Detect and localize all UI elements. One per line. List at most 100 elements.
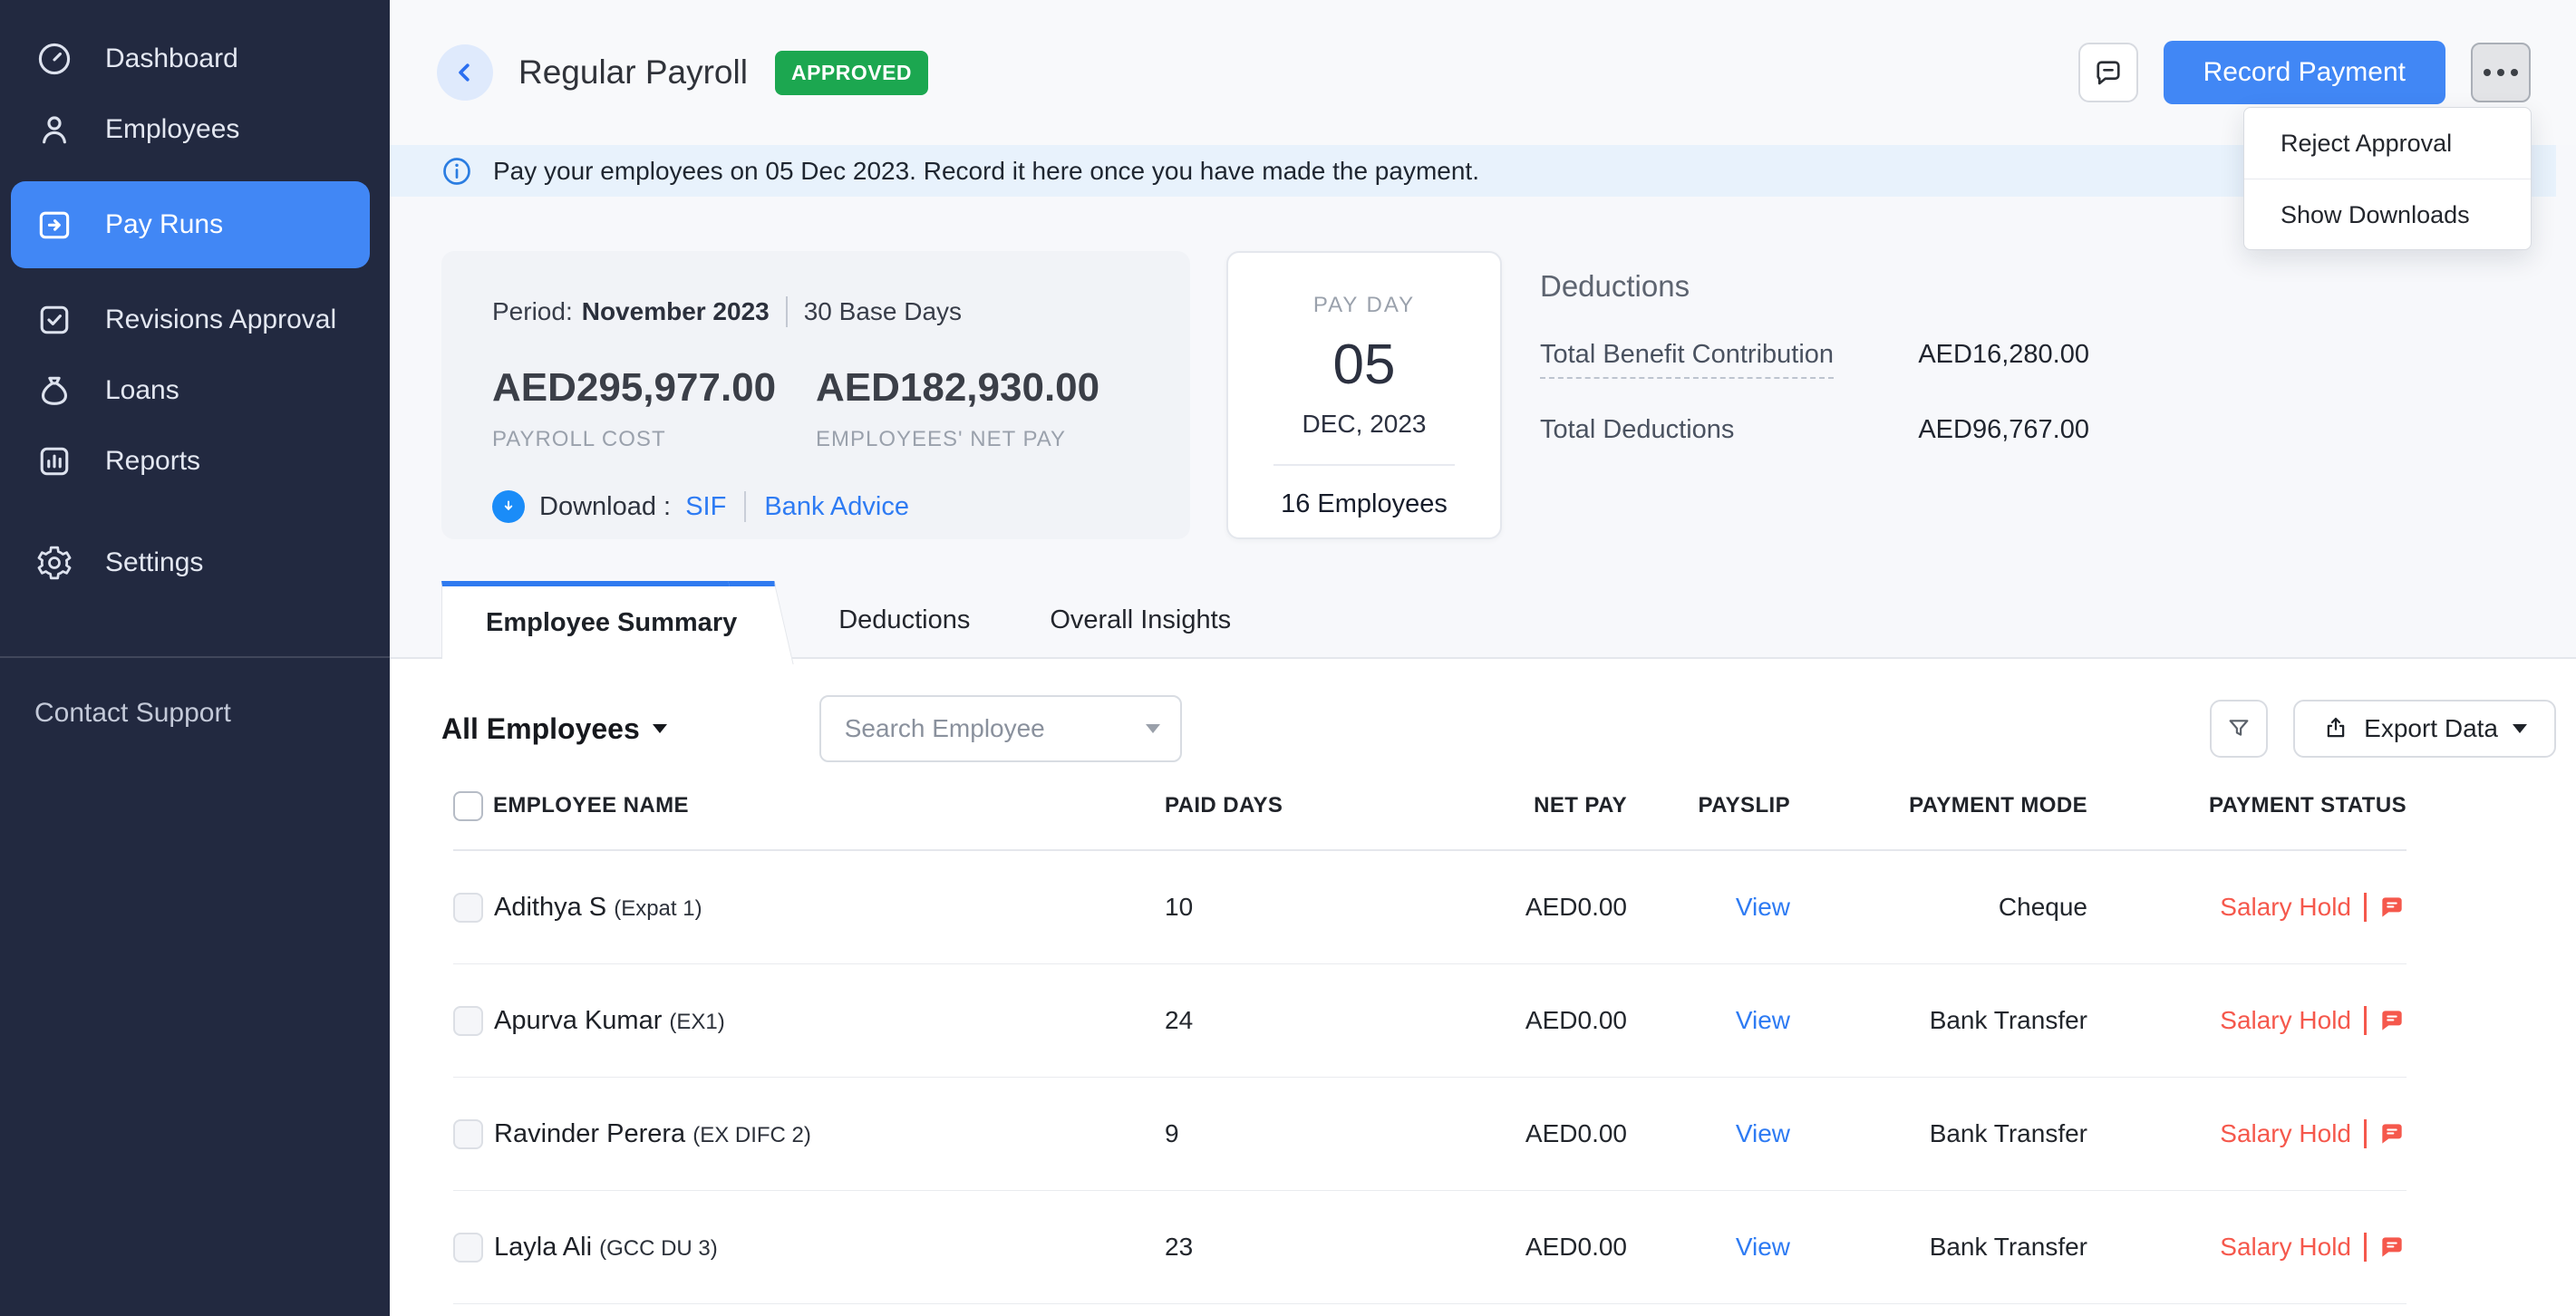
payday-label: PAY DAY	[1228, 293, 1500, 318]
paid-days: 23	[1165, 1233, 1391, 1262]
net-pay: AED0.00	[1391, 1006, 1627, 1035]
total-benefit-contribution-value: AED16,280.00	[1918, 340, 2089, 370]
toolbar-right: Export Data	[2210, 700, 2556, 758]
deductions-panel: Deductions Total Benefit Contribution AE…	[1540, 251, 2089, 445]
period-value: November 2023	[582, 297, 770, 326]
back-button[interactable]	[437, 44, 493, 101]
export-icon	[2322, 715, 2349, 742]
payment-status: Salary Hold	[2087, 1119, 2407, 1148]
employee-name: Ravinder Perera (EX DIFC 2)	[493, 1119, 1165, 1149]
reports-icon	[34, 441, 74, 481]
sidebar-divider	[0, 656, 390, 658]
column-header: PAID DAYS	[1165, 793, 1391, 818]
sidebar-item-revisions-approval[interactable]: Revisions Approval	[0, 285, 390, 355]
revisions-approval-icon	[34, 300, 74, 340]
tab-overall-insights[interactable]: Overall Insights	[1010, 583, 1271, 657]
employee-name: Adithya S (Expat 1)	[493, 893, 1165, 923]
sidebar-item-loans[interactable]: Loans	[0, 355, 390, 426]
row-checkbox[interactable]	[453, 893, 483, 923]
export-data-button[interactable]: Export Data	[2293, 700, 2556, 758]
column-header: EMPLOYEE NAME	[493, 793, 1165, 818]
table-row: Adithya S (Expat 1) 10 AED0.00 View Cheq…	[453, 851, 2407, 964]
sidebar-item-employees[interactable]: Employees	[0, 94, 390, 165]
separator	[744, 491, 746, 522]
table-row: Apurva Kumar (EX1) 24 AED0.00 View Bank …	[453, 964, 2407, 1078]
funnel-icon	[2225, 715, 2252, 742]
search-employee-input[interactable]	[819, 695, 1182, 762]
tab-employee-summary[interactable]: Employee Summary	[441, 581, 762, 659]
employee-code: (EX DIFC 2)	[692, 1123, 811, 1147]
tab-deductions[interactable]: Deductions	[799, 583, 1010, 657]
period-line: Period: November 2023 30 Base Days	[492, 296, 1139, 327]
net-pay-value: AED182,930.00	[816, 365, 1139, 411]
chevron-left-icon	[450, 57, 480, 88]
deduction-row: Total Benefit Contribution AED16,280.00	[1540, 340, 2089, 379]
hold-comment-icon[interactable]	[2377, 893, 2407, 922]
sidebar-group-gap	[0, 497, 390, 527]
search-wrap	[819, 695, 1182, 762]
column-header: PAYMENT STATUS	[2087, 793, 2407, 818]
paid-days: 24	[1165, 1006, 1391, 1035]
payday-divider	[1273, 464, 1455, 466]
payment-mode: Cheque	[1790, 893, 2087, 922]
net-pay: AED0.00	[1391, 893, 1627, 922]
sidebar-item-dashboard[interactable]: Dashboard	[0, 24, 390, 94]
chevron-down-icon[interactable]	[1146, 724, 1160, 733]
sidebar-item-label: Settings	[105, 547, 203, 578]
payment-status: Salary Hold	[2087, 1233, 2407, 1262]
info-banner: Pay your employees on 05 Dec 2023. Recor…	[390, 145, 2556, 197]
employee-scope-selector[interactable]: All Employees	[441, 712, 667, 746]
payday-month-year: DEC, 2023	[1228, 410, 1500, 439]
select-all-checkbox[interactable]	[453, 791, 483, 821]
paid-days: 9	[1165, 1119, 1391, 1148]
download-bank-advice-link[interactable]: Bank Advice	[764, 492, 909, 522]
ellipsis-icon	[2497, 69, 2504, 76]
hold-comment-icon[interactable]	[2377, 1233, 2407, 1262]
payment-mode: Bank Transfer	[1790, 1119, 2087, 1148]
payroll-cost-block: AED295,977.00 PAYROLL COST	[492, 365, 816, 452]
record-payment-button[interactable]: Record Payment	[2164, 41, 2445, 104]
net-pay-block: AED182,930.00 EMPLOYEES' NET PAY	[816, 365, 1139, 452]
contact-support-link[interactable]: Contact Support	[0, 698, 390, 729]
hold-comment-icon[interactable]	[2377, 1006, 2407, 1035]
row-checkbox[interactable]	[453, 1006, 483, 1036]
deduction-row: Total Deductions AED96,767.00	[1540, 415, 2089, 445]
page-title: Regular Payroll	[518, 53, 748, 92]
filter-button[interactable]	[2210, 700, 2268, 758]
employees-icon	[34, 110, 74, 150]
more-actions-button[interactable]	[2471, 43, 2531, 102]
sidebar-item-settings[interactable]: Settings	[0, 527, 390, 598]
download-icon[interactable]	[492, 490, 525, 523]
payslip-view-link[interactable]: View	[1627, 1233, 1790, 1262]
payslip-view-link[interactable]: View	[1627, 1119, 1790, 1148]
payroll-cost-label: PAYROLL COST	[492, 427, 816, 452]
total-benefit-contribution-label[interactable]: Total Benefit Contribution	[1540, 340, 1834, 379]
menu-item-reject-approval[interactable]: Reject Approval	[2244, 108, 2531, 179]
base-days: 30 Base Days	[804, 297, 962, 326]
net-pay: AED0.00	[1391, 1119, 1627, 1148]
payslip-view-link[interactable]: View	[1627, 1006, 1790, 1035]
separator	[2364, 1006, 2367, 1035]
ellipsis-icon	[2484, 69, 2491, 76]
row-checkbox[interactable]	[453, 1233, 483, 1263]
comment-icon	[2092, 56, 2125, 89]
sidebar-item-pay-runs[interactable]: Pay Runs	[11, 181, 370, 268]
payslip-view-link[interactable]: View	[1627, 893, 1790, 922]
download-sif-link[interactable]: SIF	[685, 492, 726, 522]
employee-code: (EX1)	[669, 1010, 724, 1034]
comments-button[interactable]	[2078, 43, 2138, 102]
separator	[2364, 893, 2367, 922]
main-content: Regular Payroll APPROVED Record Payment …	[390, 0, 2576, 1316]
row-checkbox[interactable]	[453, 1119, 483, 1149]
hold-comment-icon[interactable]	[2377, 1119, 2407, 1148]
sidebar-item-reports[interactable]: Reports	[0, 426, 390, 497]
sidebar-item-label: Pay Runs	[105, 209, 223, 240]
sidebar-item-label: Revisions Approval	[105, 305, 336, 335]
payment-status: Salary Hold	[2087, 893, 2407, 922]
chevron-down-icon	[653, 724, 667, 733]
employee-name: Apurva Kumar (EX1)	[493, 1006, 1165, 1036]
menu-item-show-downloads[interactable]: Show Downloads	[2244, 179, 2531, 249]
sidebar-item-label: Reports	[105, 446, 200, 477]
status-badge: APPROVED	[775, 51, 928, 95]
payday-employee-count: 16 Employees	[1228, 489, 1500, 519]
